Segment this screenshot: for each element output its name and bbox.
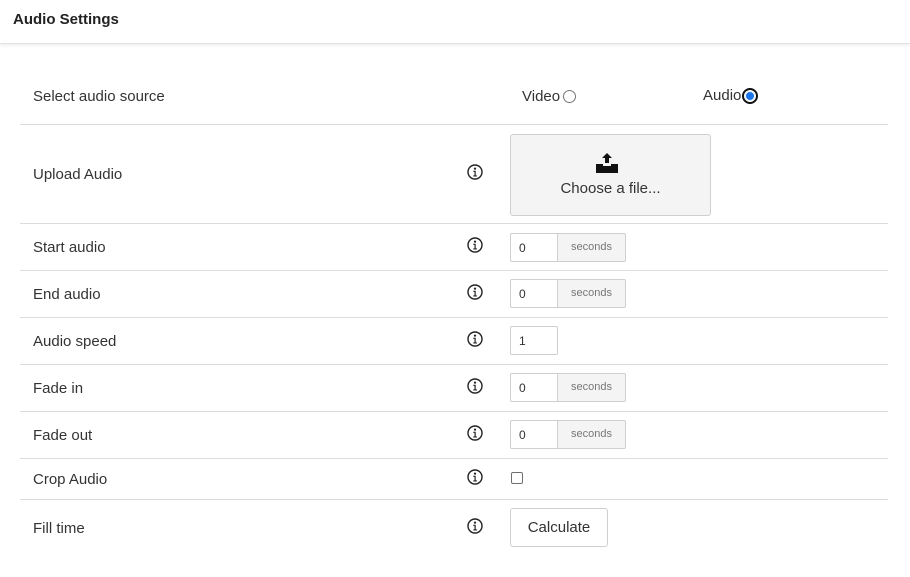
row-audio-speed: Audio speed — [20, 318, 888, 365]
upload-button-label: Choose a file... — [560, 180, 661, 197]
radio-option-audio[interactable]: Audio — [703, 87, 759, 104]
info-icon[interactable] — [467, 469, 483, 485]
radio-video-label: Video — [522, 88, 561, 105]
row-start-audio: Start audio seconds — [20, 224, 888, 271]
info-icon[interactable] — [467, 284, 483, 300]
audio-source-label: Select audio source — [33, 88, 165, 105]
row-upload-audio: Upload Audio Choose a file... — [20, 125, 888, 224]
fade-in-label: Fade in — [33, 380, 84, 397]
audio-speed-label: Audio speed — [33, 333, 117, 350]
calculate-button[interactable]: Calculate — [510, 508, 608, 547]
fade-out-label: Fade out — [33, 427, 93, 444]
crop-audio-label: Crop Audio — [33, 471, 108, 488]
crop-audio-checkbox[interactable] — [511, 472, 523, 484]
row-crop-audio: Crop Audio — [20, 459, 888, 500]
fade-in-input[interactable] — [510, 373, 558, 402]
fill-time-label: Fill time — [33, 520, 85, 537]
row-end-audio: End audio seconds — [20, 271, 888, 318]
radio-audio[interactable] — [742, 87, 759, 104]
radio-video[interactable] — [563, 90, 577, 103]
end-audio-input[interactable] — [510, 279, 558, 308]
panel-header: Audio Settings — [0, 0, 910, 44]
seconds-addon: seconds — [558, 279, 626, 308]
upload-audio-label: Upload Audio — [33, 166, 123, 183]
info-icon[interactable] — [467, 518, 483, 534]
audio-speed-input[interactable] — [510, 326, 558, 355]
start-audio-label: Start audio — [33, 239, 106, 256]
fade-out-input[interactable] — [510, 420, 558, 449]
info-icon[interactable] — [467, 425, 483, 441]
row-fill-time: Fill time Calculate — [20, 500, 888, 560]
row-fade-out: Fade out seconds — [20, 412, 888, 459]
info-icon[interactable] — [467, 164, 483, 180]
seconds-addon: seconds — [558, 420, 626, 449]
start-audio-group: seconds — [510, 233, 626, 262]
seconds-addon: seconds — [558, 373, 626, 402]
info-icon[interactable] — [467, 378, 483, 394]
audio-speed-group — [510, 326, 558, 355]
end-audio-group: seconds — [510, 279, 626, 308]
fade-in-group: seconds — [510, 373, 626, 402]
page-title: Audio Settings — [13, 11, 119, 28]
file-upload-button[interactable]: Choose a file... — [510, 134, 711, 216]
info-icon[interactable] — [467, 331, 483, 347]
fade-out-group: seconds — [510, 420, 626, 449]
row-audio-source: Select audio source Video Audio — [20, 72, 888, 125]
info-icon[interactable] — [467, 237, 483, 253]
radio-option-video[interactable]: Video — [522, 88, 577, 105]
seconds-addon: seconds — [558, 233, 626, 262]
upload-tray-icon — [595, 152, 619, 174]
start-audio-input[interactable] — [510, 233, 558, 262]
row-fade-in: Fade in seconds — [20, 365, 888, 412]
end-audio-label: End audio — [33, 286, 101, 303]
radio-audio-label: Audio — [703, 87, 742, 104]
